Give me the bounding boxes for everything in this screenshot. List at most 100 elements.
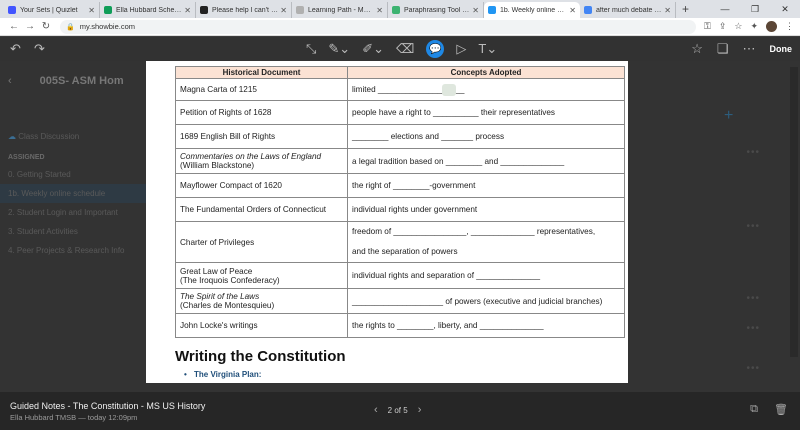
concept-cell: ____________________ of powers (executiv… (347, 288, 625, 314)
undo-icon[interactable]: ↶ (10, 41, 21, 57)
tab-favicon-icon (584, 6, 592, 14)
concept-cell: a legal tradition based on ________ and … (347, 148, 625, 174)
sidebar-item-0[interactable]: 0. Getting Started (0, 165, 146, 184)
concept-cell: limited ___________________ (347, 78, 625, 101)
close-tab-icon[interactable]: ✕ (472, 6, 479, 15)
delete-icon[interactable]: 🗑 (774, 403, 788, 416)
tab-title: Learning Path - Math Le (308, 6, 374, 14)
minimize-icon[interactable]: — (710, 0, 740, 18)
highlighter-icon[interactable]: ✐⌄ (362, 41, 384, 57)
doc-author: (Charles de Montesquieu) (180, 301, 275, 310)
browser-tab[interactable]: Ella Hubbard Schedule -✕ (100, 2, 196, 18)
sidebar-header: ‹ 005S- ASM Hom (0, 61, 146, 101)
table-row: The Fundamental Orders of Connecticut in… (175, 197, 625, 222)
maximize-icon[interactable]: ❐ (740, 0, 770, 18)
reload-icon[interactable]: ↻ (38, 21, 54, 32)
file-subtitle: Ella Hubbard TMSB — today 12:09pm (10, 413, 138, 422)
menu-dots-icon[interactable]: ⋮ (785, 21, 794, 32)
page-navigator: ‹ 2 of 5 › (374, 404, 421, 416)
new-tab-button[interactable]: + (682, 2, 689, 18)
eraser-icon[interactable]: ⌫ (396, 41, 414, 57)
key-icon[interactable]: ⚿ (704, 21, 711, 32)
comment-icon[interactable]: 💬 (426, 40, 445, 58)
browser-tab[interactable]: Your Sets | Quizlet ✕ (4, 2, 100, 18)
documents-table: Historical Document Concepts Adopted Mag… (175, 66, 625, 338)
more-icon[interactable]: ••• (746, 323, 760, 334)
close-tab-icon[interactable]: ✕ (184, 6, 191, 15)
previous-page-icon[interactable]: ‹ (374, 404, 378, 416)
comment-stamp-icon[interactable] (442, 83, 457, 96)
sidebar: ‹ 005S- ASM Hom ☁ Class Discussion ASSIG… (0, 61, 146, 383)
tab-title: after much debate what (596, 6, 663, 14)
tab-favicon-icon (200, 6, 208, 14)
tab-title: Ella Hubbard Schedule - (116, 6, 183, 14)
sidebar-item-1[interactable]: 1b. Weekly online schedule (0, 184, 146, 203)
browser-tab[interactable]: after much debate what ✕ (580, 2, 676, 18)
crop-icon[interactable]: ⤡ (306, 41, 316, 57)
column-header: Historical Document (175, 66, 348, 79)
concept-cell: ________ elections and _______ process (347, 124, 625, 149)
done-button[interactable]: Done (770, 44, 793, 54)
puzzle-icon[interactable]: ✦ (750, 21, 758, 32)
right-panel: + ••• ••• ••• ••• ••• (628, 61, 800, 383)
back-arrow-icon[interactable]: ← (6, 21, 22, 32)
tab-favicon-icon (104, 6, 112, 14)
doc-title-italic: The Spirit of the Laws (180, 292, 260, 301)
text-tool-icon[interactable]: T⌄ (478, 41, 497, 57)
url-field[interactable]: 🔒 my.showbie.com (60, 19, 696, 34)
close-tab-icon[interactable]: ✕ (569, 6, 576, 15)
table-row: Great Law of Peace (The Iroquois Confede… (175, 262, 625, 289)
close-tab-icon[interactable]: ✕ (664, 6, 671, 15)
back-chevron-icon[interactable]: ‹ (8, 75, 12, 87)
document-page[interactable]: Historical Document Concepts Adopted Mag… (146, 61, 628, 383)
table-row: The Spirit of the Laws (Charles de Monte… (175, 288, 625, 314)
column-header: Concepts Adopted (347, 66, 625, 79)
file-title: Guided Notes - The Constitution - MS US … (10, 401, 206, 411)
more-icon[interactable]: ••• (746, 147, 760, 158)
copy-icon[interactable]: ⧉ (750, 403, 758, 416)
browser-tab[interactable]: Paraphrasing Tool | Quil✕ (388, 2, 484, 18)
browser-tab[interactable]: Please help I can't fail th✕ (196, 2, 292, 18)
more-icon[interactable]: ••• (746, 363, 760, 374)
star-icon[interactable]: ☆ (734, 21, 742, 32)
more-icon[interactable]: ••• (746, 221, 760, 232)
lock-icon: 🔒 (66, 23, 75, 31)
tool-group: ⤡ ✎⌄ ✐⌄ ⌫ 💬 ▷ T⌄ (306, 37, 497, 61)
close-tab-icon[interactable]: ✕ (376, 6, 383, 15)
browser-tab[interactable]: Learning Path - Math Le✕ (292, 2, 388, 18)
add-icon[interactable]: + (724, 107, 733, 125)
tab-favicon-icon (488, 6, 496, 14)
table-header-row: Historical Document Concepts Adopted (175, 66, 625, 79)
pages-icon[interactable]: ❏ (717, 41, 729, 57)
close-tab-icon[interactable]: ✕ (280, 6, 287, 15)
next-page-icon[interactable]: › (418, 404, 422, 416)
more-icon[interactable]: ⋯ (743, 41, 756, 57)
cloud-icon: ☁ (8, 132, 16, 141)
sidebar-item-4[interactable]: 4. Peer Projects & Research Info (0, 241, 146, 260)
tab-title: Paraphrasing Tool | Quil (404, 6, 470, 14)
doc-author: (The Iroquois Confederacy) (180, 275, 280, 285)
scrollbar[interactable] (790, 67, 798, 357)
footer-bar: Guided Notes - The Constitution - MS US … (0, 392, 800, 430)
sidebar-item-class-discussion[interactable]: ☁ Class Discussion (0, 127, 146, 146)
close-tab-icon[interactable]: ✕ (88, 6, 95, 15)
redo-icon[interactable]: ↷ (34, 41, 45, 57)
profile-avatar[interactable] (766, 21, 777, 32)
tab-favicon-icon (8, 6, 16, 14)
table-row: 1689 English Bill of Rights ________ ele… (175, 124, 625, 149)
doc-cell: Charter of Privileges (175, 221, 348, 263)
favorite-star-icon[interactable]: ☆ (691, 41, 703, 57)
sidebar-item-2[interactable]: 2. Student Login and Important (0, 203, 146, 222)
table-row: Petition of Rights of 1628 people have a… (175, 100, 625, 125)
sidebar-search[interactable] (0, 101, 146, 127)
close-window-icon[interactable]: ✕ (770, 0, 800, 18)
browser-tab[interactable]: 1b. Weekly online sche ✕ (484, 2, 580, 18)
pen-icon[interactable]: ✎⌄ (328, 41, 350, 57)
sidebar-item-3[interactable]: 3. Student Activities (0, 222, 146, 241)
forward-arrow-icon[interactable]: → (22, 21, 38, 32)
tab-title: Please help I can't fail th (212, 6, 278, 14)
share-icon[interactable]: ⇪ (719, 21, 727, 32)
more-icon[interactable]: ••• (746, 293, 760, 304)
voice-note-icon[interactable]: ▷ (456, 41, 466, 57)
page-gutter (0, 383, 800, 392)
